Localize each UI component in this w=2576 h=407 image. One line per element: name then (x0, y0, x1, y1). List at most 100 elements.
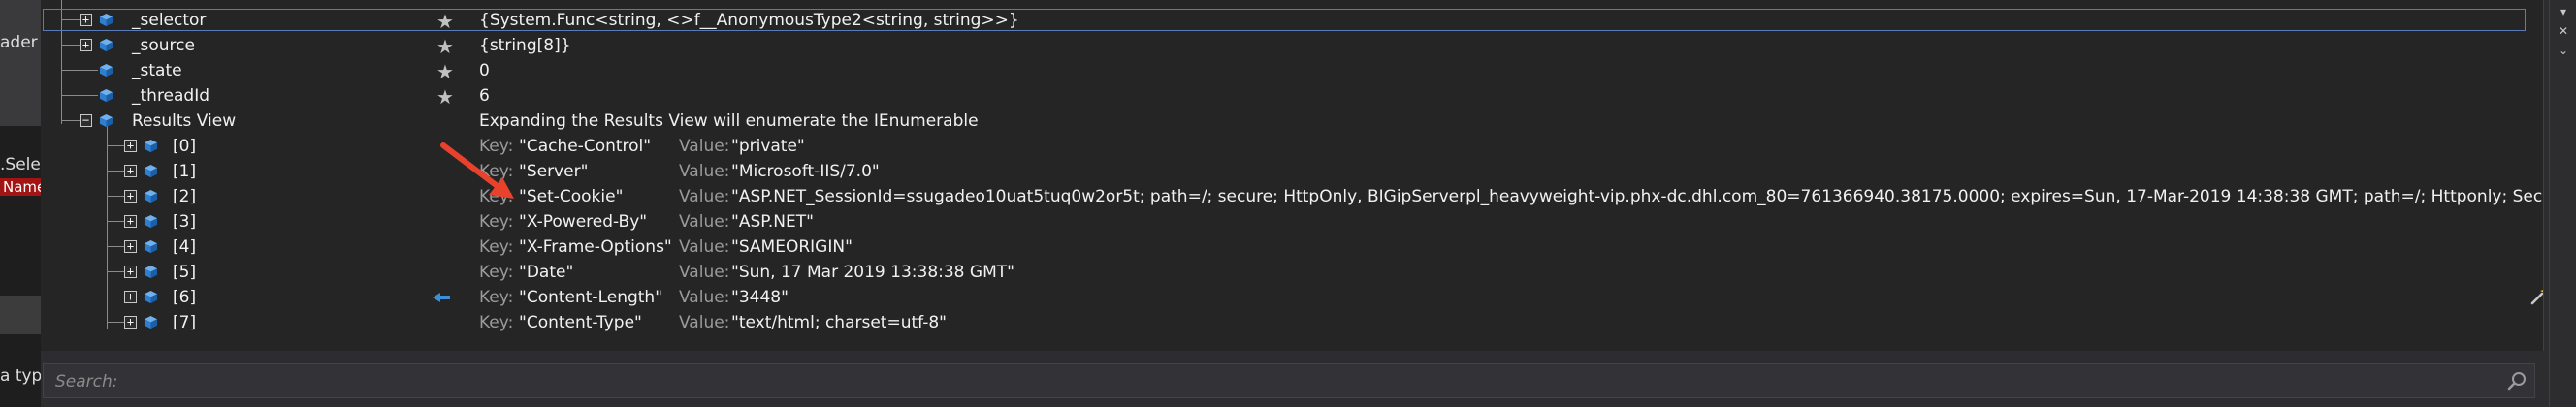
red-arrow (440, 142, 514, 199)
result-row[interactable]: + [1] Key: "Server" Value: "Microsoft-II… (41, 159, 2504, 184)
expand-toggle[interactable]: + (124, 291, 137, 303)
expand-toggle[interactable]: + (80, 14, 92, 26)
expand-toggle[interactable]: + (124, 215, 137, 228)
pin-window-icon[interactable]: ▾ (2556, 4, 2571, 19)
blue-cube-icon (99, 113, 113, 128)
result-row[interactable]: + [3] Key: "X-Powered-By" Value: "ASP.NE… (41, 209, 2504, 235)
editor-band (0, 296, 41, 334)
tree-row-threadid[interactable]: _threadId ★ 6 (41, 83, 2504, 109)
value-label: Value: (679, 212, 730, 232)
result-value: "ASP.NET" (731, 212, 814, 232)
tree-guide-line (61, 120, 80, 121)
key-label: Key: (479, 288, 514, 307)
expand-toggle[interactable]: + (124, 266, 137, 278)
result-row[interactable]: + [6] Key: "Content-Length" Value: "3448… (41, 285, 2504, 310)
search-bar (43, 363, 2535, 398)
result-index: [0] (173, 137, 197, 156)
blue-cube-icon (144, 315, 158, 329)
magic-wand-icon[interactable] (2528, 284, 2544, 307)
expand-toggle[interactable]: + (124, 190, 137, 203)
key-label: Key: (479, 313, 514, 332)
tree-guide-line (61, 19, 80, 20)
result-row[interactable]: + [0] Key: "Cache-Control" Value: "priva… (41, 134, 2504, 159)
member-value: {string[8]} (479, 36, 571, 55)
blue-cube-icon (99, 38, 113, 52)
tree-row-state[interactable]: _state ★ 0 (41, 58, 2504, 83)
result-row[interactable]: + [5] Key: "Date" Value: "Sun, 17 Mar 20… (41, 260, 2504, 285)
star-icon[interactable]: ★ (436, 85, 454, 109)
member-name: Results View (132, 111, 237, 131)
tree-guide-line (107, 171, 124, 172)
expand-toggle[interactable]: + (124, 316, 137, 329)
result-value: "3448" (731, 288, 789, 307)
result-key: "Content-Length" (519, 288, 663, 307)
tree-guide-line (61, 70, 98, 71)
blue-cube-icon (144, 189, 158, 204)
result-row[interactable]: + [2] Key: "Set-Cookie" Value: "ASP.NET_… (41, 184, 2543, 209)
editor-highlight-fragment: Name (0, 178, 41, 196)
result-key: "Date" (519, 263, 574, 282)
value-label: Value: (679, 313, 730, 332)
result-value: "SAMEORIGIN" (731, 237, 853, 257)
value-label: Value: (679, 263, 730, 282)
blue-cube-icon (144, 290, 158, 304)
result-index: [7] (173, 313, 197, 332)
expand-toggle[interactable]: + (124, 240, 137, 253)
member-value: Expanding the Results View will enumerat… (479, 111, 979, 131)
result-index: [5] (173, 263, 197, 282)
result-key: "X-Frame-Options" (519, 237, 672, 257)
blue-cube-icon (99, 88, 113, 103)
result-index: [4] (173, 237, 197, 257)
expand-toggle[interactable]: + (124, 140, 137, 152)
tree-guide-line (61, 95, 98, 96)
member-name: _selector (132, 11, 207, 30)
result-value: "private" (731, 137, 805, 156)
result-value: "Sun, 17 Mar 2019 13:38:38 GMT" (731, 263, 1014, 282)
tree-guide-line (107, 271, 124, 272)
value-label: Value: (679, 187, 730, 206)
selection-outline (43, 9, 2526, 31)
value-label: Value: (679, 137, 730, 156)
close-icon[interactable]: ✕ (2556, 23, 2571, 39)
collapse-toggle[interactable]: − (80, 114, 92, 127)
tree-row-source[interactable]: + _source ★ {string[8]} (41, 33, 2504, 58)
search-icon[interactable] (2507, 370, 2528, 391)
editor-text-fragment: .Sele (0, 155, 41, 174)
star-icon[interactable]: ★ (436, 10, 454, 33)
blue-cube-icon (144, 265, 158, 279)
right-tool-strip: ▾ ✕ ⌄ (2549, 0, 2576, 407)
pin-icon[interactable] (433, 291, 452, 304)
expand-toggle[interactable]: + (80, 39, 92, 51)
blue-cube-icon (144, 239, 158, 254)
tree-guide-line (107, 145, 124, 146)
star-icon[interactable]: ★ (436, 35, 454, 58)
result-key: "X-Powered-By" (519, 212, 648, 232)
blue-cube-icon (99, 63, 113, 78)
result-value: "text/html; charset=utf-8" (731, 313, 947, 332)
member-value: {System.Func<string, <>f__AnonymousType2… (479, 11, 1019, 30)
result-value: "ASP.NET_SessionId=ssugadeo10uat5tuq0w2o… (731, 187, 2544, 206)
result-key: "Server" (519, 162, 589, 181)
result-row[interactable]: + [4] Key: "X-Frame-Options" Value: "SAM… (41, 235, 2504, 260)
tree-row-results-view[interactable]: − Results View Expanding the Results Vie… (41, 109, 2504, 134)
tree-guide-line (107, 221, 124, 222)
result-index: [2] (173, 187, 197, 206)
blue-cube-icon (144, 139, 158, 153)
result-index: [3] (173, 212, 197, 232)
editor-text-fragment: a typ (0, 366, 41, 386)
tree-row-selector[interactable]: + _selector ★ {System.Func<string, <>f__… (41, 8, 2526, 33)
member-name: _state (132, 61, 182, 80)
result-value: "Microsoft-IIS/7.0" (731, 162, 880, 181)
key-label: Key: (479, 263, 514, 282)
value-label: Value: (679, 237, 730, 257)
result-index: [6] (173, 288, 197, 307)
result-row[interactable]: + [7] Key: "Content-Type" Value: "text/h… (41, 310, 2504, 335)
watch-panel: + _selector ★ {System.Func<string, <>f__… (41, 0, 2544, 351)
tree-guide-line (107, 322, 124, 323)
member-name: _source (132, 36, 195, 55)
chevron-down-icon[interactable]: ⌄ (2556, 43, 2571, 58)
search-input[interactable] (53, 368, 2482, 395)
star-icon[interactable]: ★ (436, 60, 454, 83)
key-label: Key: (479, 237, 514, 257)
expand-toggle[interactable]: + (124, 165, 137, 177)
